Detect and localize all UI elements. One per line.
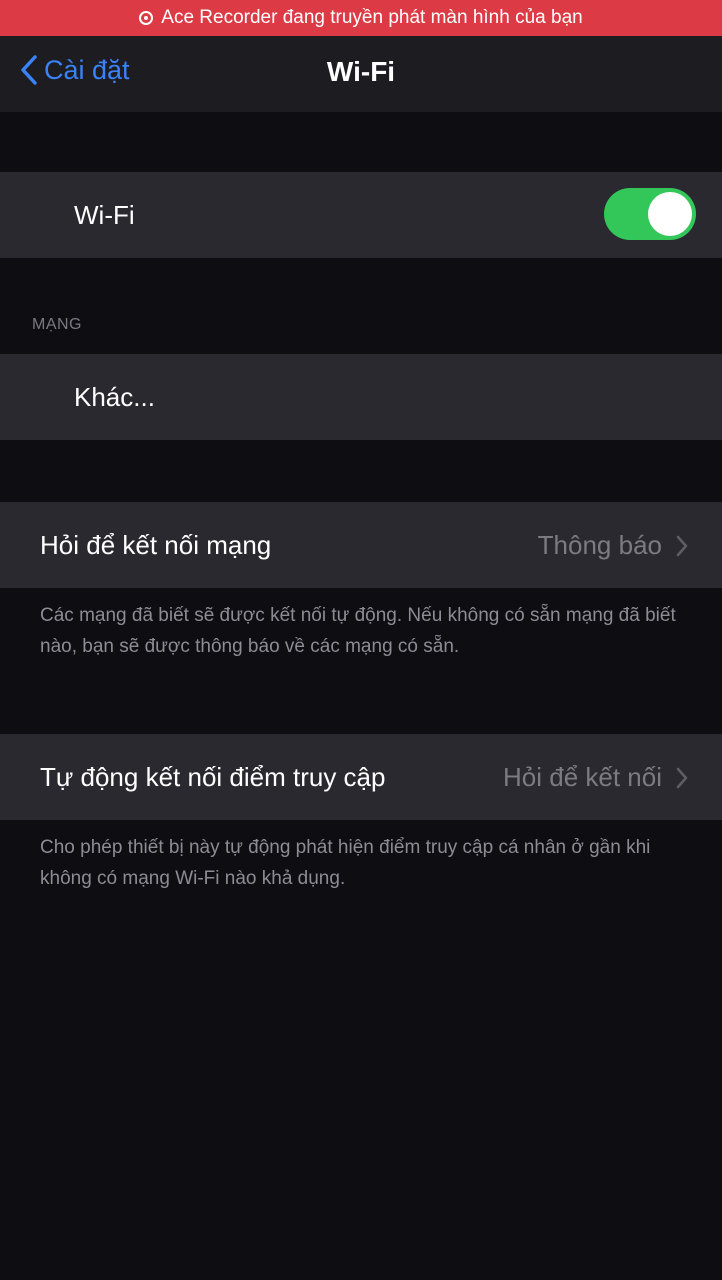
ask-to-join-detail: Thông báo [538, 530, 688, 561]
auto-join-hotspot-detail: Hỏi để kết nối [503, 762, 688, 793]
wifi-row: Wi-Fi [0, 172, 722, 258]
chevron-right-icon [676, 767, 688, 788]
recording-banner-text: Ace Recorder đang truyền phát màn hình c… [161, 7, 583, 28]
auto-join-hotspot-label: Tự động kết nối điểm truy cập [40, 761, 386, 792]
screen-recording-banner[interactable]: Ace Recorder đang truyền phát màn hình c… [0, 0, 722, 36]
other-network-label: Khác... [74, 381, 155, 412]
wifi-label: Wi-Fi [74, 199, 135, 230]
chevron-right-icon [676, 535, 688, 556]
auto-join-hotspot-row[interactable]: Tự động kết nối điểm truy cập Hỏi để kết… [0, 734, 722, 820]
ask-to-join-footnote: Các mạng đã biết sẽ được kết nối tự động… [40, 605, 676, 657]
networks-section-header: MẠNG [32, 316, 82, 333]
toggle-knob [648, 192, 692, 236]
auto-join-hotspot-footnote: Cho phép thiết bị này tự động phát hiện … [40, 837, 651, 889]
navigation-bar: Cài đặt Wi-Fi [0, 36, 722, 112]
wifi-toggle[interactable] [604, 188, 696, 240]
ask-to-join-row[interactable]: Hỏi để kết nối mạng Thông báo [0, 502, 722, 588]
page-title: Wi-Fi [326, 56, 396, 87]
record-icon [139, 11, 154, 25]
ask-to-join-label: Hỏi để kết nối mạng [40, 529, 272, 560]
other-network-row[interactable]: Khác... [0, 354, 722, 440]
auto-join-hotspot-value: Hỏi để kết nối [503, 762, 662, 792]
ask-to-join-value: Thông báo [537, 530, 662, 560]
